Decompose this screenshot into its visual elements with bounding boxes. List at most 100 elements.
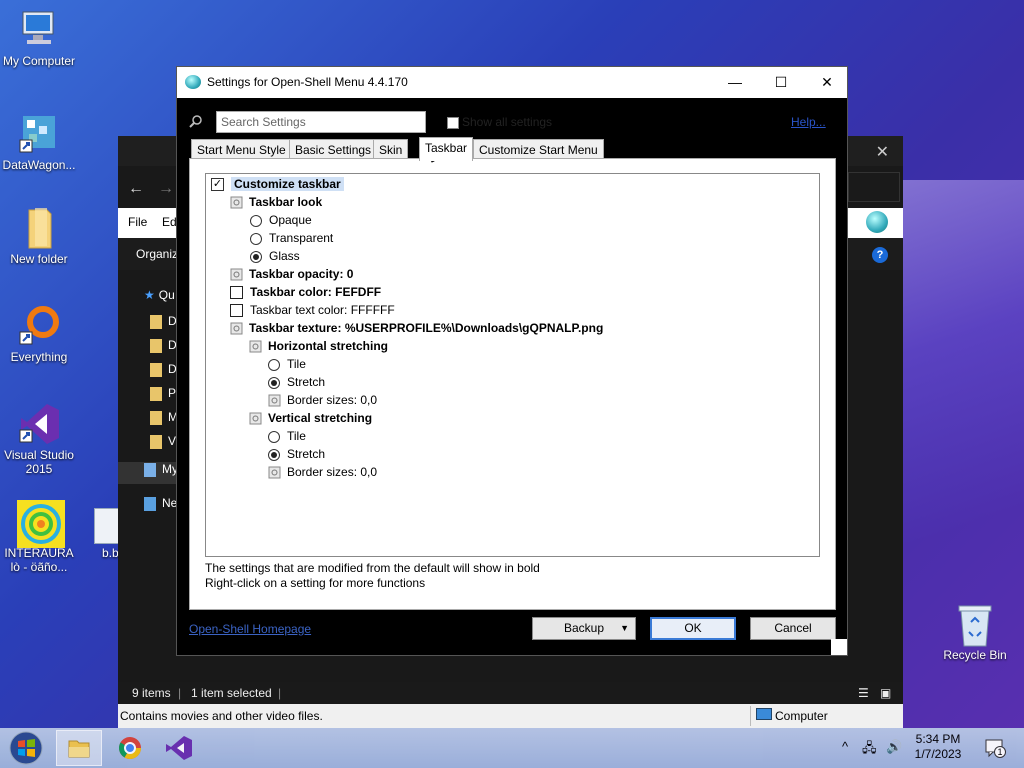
desktop-icon-visual-studio[interactable]: Visual Studio 2015: [0, 402, 78, 476]
radio-icon[interactable]: [250, 214, 262, 227]
help-link[interactable]: Help...: [791, 115, 826, 129]
homepage-link[interactable]: Open-Shell Homepage: [189, 622, 311, 636]
explorer-address-bar[interactable]: [848, 172, 900, 202]
start-button[interactable]: [4, 730, 50, 766]
taskbar-chrome[interactable]: [108, 730, 154, 766]
clock-date: 1/7/2023: [914, 747, 962, 761]
desktop-icon-new-folder[interactable]: New folder: [0, 206, 78, 266]
tab-skin[interactable]: Skin: [373, 139, 409, 159]
tree-item-taskbar-texture[interactable]: Taskbar texture: %USERPROFILE%\Downloads…: [230, 320, 603, 338]
notification-center-icon[interactable]: 1: [984, 738, 1006, 758]
sidebar-item[interactable]: M: [150, 410, 178, 432]
large-icons-view-icon[interactable]: ▣: [880, 686, 891, 700]
help-icon[interactable]: ?: [872, 247, 888, 263]
taskbar-visual-studio[interactable]: [156, 730, 202, 766]
datawagon-icon: [17, 112, 61, 156]
sidebar-item[interactable]: D: [150, 338, 177, 360]
volume-icon[interactable]: 🔊: [886, 739, 902, 755]
ribbon-file-tab[interactable]: File: [128, 215, 147, 229]
show-hidden-icons-icon[interactable]: ^: [842, 739, 848, 754]
tree-item-h-tile[interactable]: Tile: [268, 356, 306, 374]
backup-button[interactable]: Backup ▼: [532, 617, 636, 640]
dialog-title: Settings for Open-Shell Menu 4.4.170: [207, 75, 408, 89]
desktop-icon-recycle-bin[interactable]: Recycle Bin: [936, 602, 1014, 662]
tree-item-horizontal-stretching[interactable]: Horizontal stretching: [249, 338, 388, 356]
ok-button[interactable]: OK: [650, 617, 736, 640]
visual-studio-icon: [17, 402, 61, 446]
gear-icon: [230, 268, 243, 281]
tree-item-taskbar-opacity[interactable]: Taskbar opacity: 0: [230, 266, 353, 284]
details-view-icon[interactable]: ☰: [858, 686, 869, 700]
gear-icon: [230, 196, 243, 209]
organize-button[interactable]: Organiz: [136, 247, 178, 261]
dropdown-arrow-icon: ▼: [620, 623, 629, 633]
tree-item-customize-taskbar[interactable]: ✓ Customize taskbar: [211, 176, 344, 194]
item-count: 9 items: [132, 686, 171, 700]
checkbox-icon[interactable]: [230, 286, 243, 300]
sidebar-item[interactable]: D: [150, 314, 177, 336]
minimize-button[interactable]: —: [715, 71, 755, 93]
taskbar-clock[interactable]: 5:34 PM 1/7/2023: [906, 732, 970, 762]
desktop-icon-interaura[interactable]: INTERAURA lò - öãño...: [0, 500, 78, 574]
tab-start-menu-style[interactable]: Start Menu Style: [191, 139, 292, 159]
desktop-icon-label: My Computer: [2, 54, 76, 68]
network-icon[interactable]: 🖧: [862, 739, 877, 761]
resize-grip-icon[interactable]: [831, 639, 847, 655]
desktop-icon-datawagon[interactable]: DataWagon...: [0, 112, 78, 172]
tab-basic-settings[interactable]: Basic Settings: [289, 139, 378, 159]
tab-taskbar[interactable]: Taskbar: [419, 137, 474, 161]
folder-icon: [150, 386, 162, 401]
settings-tree[interactable]: ✓ Customize taskbar Taskbar look Opaque T…: [205, 173, 820, 557]
checkbox-icon[interactable]: [230, 304, 243, 318]
desktop-icon-my-computer[interactable]: My Computer: [0, 8, 78, 68]
computer-icon: [756, 708, 772, 720]
maximize-button[interactable]: ☐: [761, 71, 801, 93]
desktop-icon-label: New folder: [10, 252, 68, 266]
tree-item-h-stretch[interactable]: Stretch: [268, 374, 325, 392]
radio-selected-icon[interactable]: [250, 250, 262, 263]
info-location: Computer: [775, 709, 828, 723]
ribbon-edit-tab[interactable]: Ed: [162, 215, 177, 229]
sidebar-item-quick-access[interactable]: ★ Qu: [144, 288, 175, 310]
explorer-statusbar: 9 items | 1 item selected | ☰ ▣: [118, 682, 903, 704]
radio-icon[interactable]: [268, 430, 280, 443]
tree-item-v-tile[interactable]: Tile: [268, 428, 306, 446]
tab-customize-start-menu[interactable]: Customize Start Menu: [473, 139, 604, 159]
tree-item-vertical-stretching[interactable]: Vertical stretching: [249, 410, 372, 428]
tree-item-h-border-sizes[interactable]: Border sizes: 0,0: [268, 392, 377, 410]
gear-icon: [268, 394, 281, 407]
forward-arrow-icon[interactable]: →: [158, 180, 174, 198]
tree-item-taskbar-text-color[interactable]: Taskbar text color: FFFFFF: [230, 302, 395, 320]
settings-dialog[interactable]: Settings for Open-Shell Menu 4.4.170 — ☐…: [176, 66, 848, 656]
cancel-button[interactable]: Cancel: [750, 617, 836, 640]
sidebar-item[interactable]: P: [150, 386, 176, 408]
checkbox-checked-icon[interactable]: ✓: [211, 178, 224, 192]
tree-item-transparent[interactable]: Transparent: [250, 230, 333, 248]
show-all-settings-checkbox[interactable]: Show all settings: [447, 115, 552, 129]
footnote-right-click: Right-click on a setting for more functi…: [205, 576, 426, 590]
taskbar-file-explorer[interactable]: [56, 730, 102, 766]
sidebar-item-my-computer[interactable]: My: [118, 462, 178, 484]
tree-item-taskbar-color[interactable]: Taskbar color: FEFDFF: [230, 284, 381, 302]
tree-item-opaque[interactable]: Opaque: [250, 212, 312, 230]
folder-icon: [150, 410, 162, 425]
radio-selected-icon[interactable]: [268, 376, 280, 389]
tree-item-v-border-sizes[interactable]: Border sizes: 0,0: [268, 464, 377, 482]
close-button[interactable]: ✕: [807, 71, 847, 93]
close-icon[interactable]: ✕: [876, 142, 889, 162]
tree-item-glass[interactable]: Glass: [250, 248, 300, 266]
sidebar-item[interactable]: V: [150, 434, 176, 456]
radio-icon[interactable]: [250, 232, 262, 245]
sidebar-item[interactable]: D: [150, 362, 177, 384]
search-input[interactable]: [216, 111, 426, 133]
desktop-icon-everything[interactable]: Everything: [0, 304, 78, 364]
radio-selected-icon[interactable]: [268, 448, 280, 461]
sidebar-item-network[interactable]: Ne: [144, 496, 177, 518]
back-arrow-icon[interactable]: ←: [128, 180, 144, 198]
tree-item-taskbar-look[interactable]: Taskbar look: [230, 194, 322, 212]
status-divider: |: [278, 686, 282, 700]
dialog-titlebar[interactable]: Settings for Open-Shell Menu 4.4.170 — ☐…: [177, 67, 847, 98]
divider: [750, 706, 751, 726]
radio-icon[interactable]: [268, 358, 280, 371]
tree-item-v-stretch[interactable]: Stretch: [268, 446, 325, 464]
